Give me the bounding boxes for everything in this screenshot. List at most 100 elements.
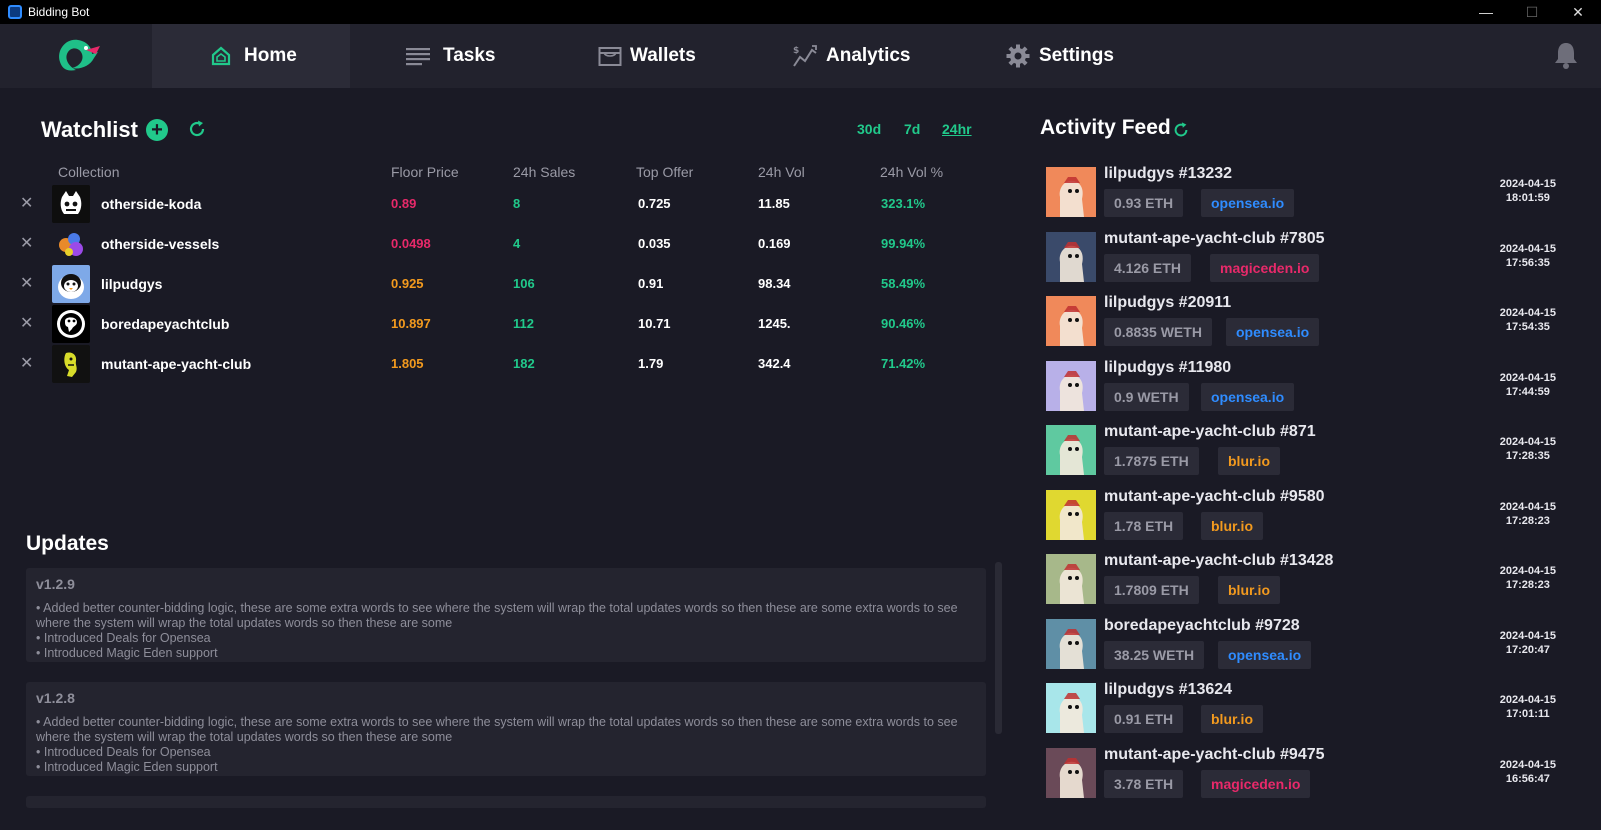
nft-name[interactable]: mutant-ape-yacht-club #9475 (1104, 746, 1325, 764)
activity-item[interactable]: mutant-ape-yacht-club #13428 1.7809 ETH bl… (1046, 552, 1558, 610)
analytics-icon: $ (793, 45, 817, 67)
activity-item[interactable]: lilpudgys #13232 0.93 ETH opensea.io 2024-0… (1046, 165, 1558, 223)
nft-name[interactable]: lilpudgys #13232 (1104, 165, 1232, 183)
marketplace-badge[interactable]: opensea.io (1201, 189, 1295, 217)
nft-thumbnail (1046, 360, 1096, 411)
close-button[interactable]: ✕ (1555, 0, 1601, 24)
nft-name[interactable]: mutant-ape-yacht-club #7805 (1104, 230, 1325, 248)
col-24h-vol-pct: 24h Vol % (880, 164, 944, 180)
remove-row-button[interactable]: ✕ (20, 313, 33, 333)
collection-thumbnail (52, 185, 90, 223)
activity-item[interactable]: mutant-ape-yacht-club #7805 4.126 ETH magi… (1046, 230, 1558, 288)
update-line: • Added better counter-bidding logic, th… (36, 601, 958, 615)
nav-home[interactable]: Home (152, 24, 350, 88)
watchlist-refresh-icon[interactable] (187, 119, 207, 139)
activity-item[interactable]: mutant-ape-yacht-club #9475 3.78 ETH magic… (1046, 746, 1558, 804)
vol-pct-24h: 58.49% (881, 276, 926, 291)
sale-timestamp: 2024-04-15 17:54:35 (1500, 306, 1556, 334)
nft-name[interactable]: mutant-ape-yacht-club #9580 (1104, 488, 1325, 506)
nav-tasks[interactable]: Tasks (405, 24, 495, 88)
activity-refresh-icon[interactable] (1172, 121, 1190, 139)
maximize-button[interactable]: ☐ (1509, 0, 1555, 24)
nft-thumbnail (1046, 747, 1096, 798)
activity-item[interactable]: lilpudgys #20911 0.8835 WETH opensea.io 202… (1046, 294, 1558, 352)
marketplace-badge[interactable]: blur.io (1201, 511, 1263, 540)
sale-date: 2024-04-15 (1499, 307, 1556, 319)
top-offer: 1.79 (638, 356, 664, 371)
nav-bar: Home Tasks Wallets $ Analytics Settings (0, 24, 1601, 88)
sale-date: 2024-04-15 (1499, 758, 1556, 771)
activity-item[interactable]: mutant-ape-yacht-club #871 1.7875 ETH blur… (1046, 423, 1558, 481)
nft-name[interactable]: lilpudgys #20911 (1104, 294, 1231, 312)
nav-settings[interactable]: Settings (1006, 24, 1114, 88)
sale-date: 2024-04-15 (1499, 436, 1556, 448)
nav-analytics[interactable]: $ Analytics (792, 24, 910, 88)
collection-thumbnail (52, 305, 90, 343)
minimize-button[interactable]: — (1463, 0, 1509, 24)
collection-thumbnail (52, 225, 90, 263)
bell-icon[interactable] (1553, 41, 1579, 69)
updates-scrollbar[interactable] (995, 562, 1002, 734)
nft-name[interactable]: boredapeyachtclub #9728 (1104, 617, 1300, 635)
list-icon (406, 48, 430, 66)
nft-thumbnail (1046, 167, 1096, 217)
nft-name[interactable]: mutant-ape-yacht-club #871 (1104, 423, 1316, 441)
dragon-logo-icon (59, 39, 100, 71)
nft-thumbnail (1046, 618, 1096, 669)
sale-time: 17:28:35 (1505, 450, 1550, 462)
remove-row-button[interactable]: ✕ (20, 193, 33, 213)
activity-item[interactable]: lilpudgys #13624 0.91 ETH blur.io 2024-04-1… (1046, 681, 1558, 739)
remove-row-button[interactable]: ✕ (20, 353, 33, 373)
watchlist-row[interactable]: ✕ boredapeyachtclub 10.897 112 10.71 124… (0, 304, 1000, 344)
range-7d[interactable]: 7d (904, 121, 920, 137)
top-offer: 0.91 (638, 276, 664, 291)
marketplace-badge[interactable]: opensea.io (1218, 640, 1312, 669)
nft-name[interactable]: lilpudgys #13624 (1104, 681, 1232, 699)
range-30d[interactable]: 30d (857, 121, 881, 137)
col-floor-price: Floor Price (391, 164, 459, 180)
add-collection-button[interactable]: + (146, 119, 168, 141)
window-title: Bidding Bot (28, 5, 90, 19)
marketplace-badge[interactable]: blur.io (1201, 705, 1263, 733)
vol-pct-24h: 71.42% (881, 356, 926, 371)
nft-name[interactable]: mutant-ape-yacht-club #13428 (1104, 552, 1333, 570)
nav-wallets[interactable]: Wallets (598, 24, 696, 88)
wallet-icon (598, 47, 622, 66)
marketplace-badge[interactable]: opensea.io (1201, 382, 1295, 411)
watchlist-title: Watchlist (41, 117, 138, 142)
activity-item[interactable]: boredapeyachtclub #9728 38.25 WETH opensea… (1046, 617, 1558, 675)
col-24h-vol: 24h Vol (758, 164, 805, 180)
watchlist-row[interactable]: ✕ otherside-vessels 0.0498 4 0.035 0.169… (0, 224, 1000, 264)
sale-date: 2024-04-15 (1499, 565, 1556, 577)
activity-item[interactable]: mutant-ape-yacht-club #9580 1.78 ETH blur.… (1046, 488, 1558, 546)
marketplace-badge[interactable]: magiceden.io (1210, 253, 1320, 282)
sale-price: 1.7875 ETH (1104, 447, 1199, 475)
sale-timestamp: 2024-04-15 17:56:35 (1500, 242, 1556, 270)
activity-item[interactable]: lilpudgys #11980 0.9 WETH opensea.io 2024-0… (1046, 359, 1558, 417)
range-24hr[interactable]: 24hr (942, 121, 972, 137)
update-line: where the system will wrap the total upd… (36, 616, 453, 630)
update-version: v1.2.8 (36, 690, 75, 706)
remove-row-button[interactable]: ✕ (20, 273, 33, 293)
collection-name: otherside-vessels (101, 236, 220, 252)
watchlist-row[interactable]: ✕ otherside-koda 0.89 8 0.725 11.85 323.… (0, 184, 1000, 224)
nft-thumbnail (1046, 683, 1096, 733)
vol-pct-24h: 90.46% (881, 316, 926, 331)
watchlist-row[interactable]: ✕ lilpudgys 0.925 106 0.91 98.34 58.49% (0, 264, 1000, 304)
marketplace-badge[interactable]: blur.io (1218, 576, 1280, 604)
remove-row-button[interactable]: ✕ (20, 233, 33, 253)
update-line: • Introduced Deals for Opensea (36, 745, 211, 759)
collection-thumbnail (52, 265, 90, 303)
nft-name[interactable]: lilpudgys #11980 (1104, 359, 1231, 377)
col-top-offer: Top Offer (636, 164, 694, 180)
marketplace-badge[interactable]: blur.io (1218, 447, 1280, 475)
marketplace-badge[interactable]: magiceden.io (1201, 769, 1311, 798)
nav-settings-label: Settings (1039, 45, 1114, 66)
sale-time: 18:01:59 (1505, 192, 1550, 204)
marketplace-badge[interactable]: opensea.io (1226, 318, 1320, 346)
updates-title: Updates (26, 532, 109, 555)
sale-price: 0.8835 WETH (1104, 318, 1212, 346)
nav-home-label: Home (244, 45, 297, 66)
vol-24h: 1245. (758, 316, 791, 331)
watchlist-row[interactable]: ✕ mutant-ape-yacht-club 1.805 182 1.79 3… (0, 344, 1000, 384)
